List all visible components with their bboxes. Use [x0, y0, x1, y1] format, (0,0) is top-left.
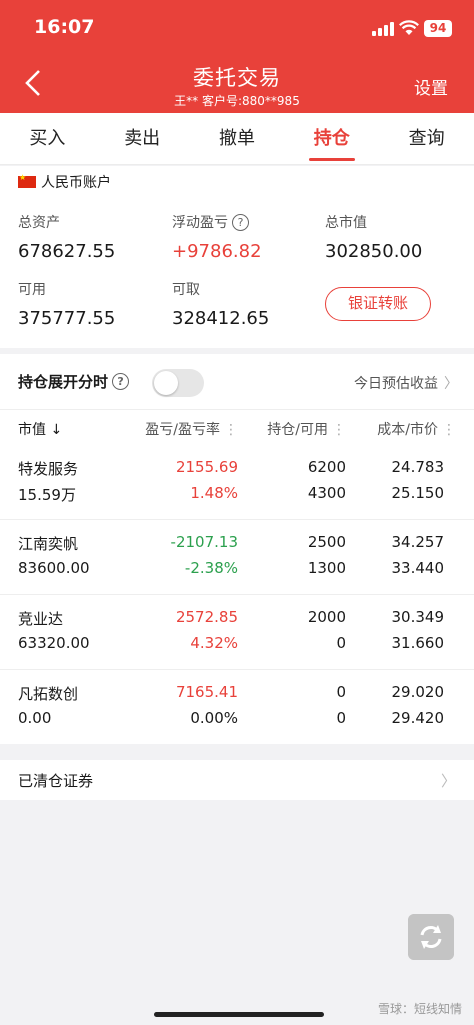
column-pnl-label: 盈亏/盈亏率 [145, 422, 220, 438]
stock-position: 2500 [307, 533, 346, 551]
stock-pnl: -2107.13 [170, 533, 238, 551]
chevron-right-icon: 〉 [440, 772, 456, 790]
market-value-label: 总市值 [325, 215, 367, 231]
tab-positions[interactable]: 持仓 [284, 113, 379, 164]
stock-price: 31.660 [391, 634, 445, 652]
refresh-icon[interactable] [408, 914, 454, 960]
watermark: 雪球：短线知情 [377, 1002, 462, 1016]
tab-buy[interactable]: 买入 [0, 113, 95, 164]
settings-button[interactable]: 设置 [414, 74, 448, 99]
status-time: 16:07 [34, 16, 95, 38]
stock-price: 29.420 [391, 709, 445, 727]
home-indicator [154, 1012, 324, 1017]
account-label: 人民币账户 [18, 172, 111, 192]
stock-name: 江南奕帆 [18, 535, 79, 553]
stock-name: 竞业达 [18, 610, 64, 628]
stock-cost: 24.783 [391, 458, 445, 476]
more-icon: ⋮ [224, 422, 238, 438]
toggle-knob [154, 371, 178, 395]
column-position-label: 持仓/可用 [267, 422, 328, 438]
bank-transfer-button[interactable]: 银证转账 [325, 287, 431, 321]
total-assets-label: 总资产 [18, 215, 60, 231]
cleared-securities-row[interactable]: 已清仓证券 〉 [0, 760, 474, 800]
table-row[interactable]: 江南奕帆 83600.00 -2107.13 -2.38% 2500 1300 … [0, 521, 474, 595]
account-summary: 人民币账户 总资产 678627.55 浮动盈亏? +9786.82 总市值 3… [0, 166, 474, 348]
stock-name: 特发服务 [18, 460, 79, 478]
stock-name: 凡拓数创 [18, 685, 79, 703]
available-value: 375777.55 [18, 308, 116, 329]
table-row[interactable]: 特发服务 15.59万 2155.69 1.48% 6200 4300 24.7… [0, 446, 474, 520]
wifi-icon [399, 20, 419, 35]
tab-query[interactable]: 查询 [379, 113, 474, 164]
stock-value: 15.59万 [18, 486, 76, 504]
stock-price: 33.440 [391, 559, 445, 577]
more-icon: ⋮ [442, 422, 456, 438]
column-cost[interactable]: 成本/市价 ⋮ [377, 419, 456, 439]
customer-info: 王** 客户号:880**985 [174, 94, 300, 108]
column-cost-label: 成本/市价 [377, 422, 438, 438]
available-label: 可用 [18, 282, 46, 298]
stock-pnl-rate: 1.48% [190, 484, 238, 502]
stock-value: 63320.00 [18, 634, 90, 652]
page-title: 委托交易 [193, 66, 281, 90]
table-row[interactable]: 竞业达 63320.00 2572.85 4.32% 2000 0 30.349… [0, 596, 474, 670]
stock-position: 0 [336, 683, 346, 701]
market-value-value: 302850.00 [325, 241, 423, 262]
tab-bar: 买入 卖出 撤单 持仓 查询 [0, 113, 474, 165]
table-header: 市值 ↓ 盈亏/盈亏率 ⋮ 持仓/可用 ⋮ 成本/市价 ⋮ [0, 409, 474, 445]
float-pnl-value: +9786.82 [172, 241, 262, 262]
stock-price: 25.150 [391, 484, 445, 502]
cleared-securities-label: 已清仓证券 [18, 772, 94, 790]
stock-position: 2000 [307, 608, 346, 626]
help-icon[interactable]: ? [232, 214, 249, 231]
stock-cost: 29.020 [391, 683, 445, 701]
column-market-value[interactable]: 市值 ↓ [18, 419, 62, 439]
stock-available: 0 [336, 634, 346, 652]
stock-value: 83600.00 [18, 559, 90, 577]
status-bar: 16:07 94 [0, 0, 474, 58]
holdings-panel: 持仓展开分时? 今日预估收益〉 市值 ↓ 盈亏/盈亏率 ⋮ 持仓/可用 ⋮ 成本/市… [0, 354, 474, 744]
stock-available: 4300 [307, 484, 346, 502]
more-icon: ⋮ [332, 422, 346, 438]
china-flag-icon [18, 173, 36, 188]
help-icon[interactable]: ? [112, 373, 130, 390]
stock-pnl: 2572.85 [175, 608, 238, 626]
stock-cost: 34.257 [391, 533, 445, 551]
tab-sell[interactable]: 卖出 [95, 113, 190, 164]
tab-cancel[interactable]: 撤单 [190, 113, 285, 164]
stock-available: 1300 [307, 559, 346, 577]
stock-pnl: 7165.41 [175, 683, 238, 701]
stock-position: 6200 [307, 458, 346, 476]
float-pnl-text: 浮动盈亏 [172, 215, 228, 231]
chevron-right-icon: 〉 [444, 376, 458, 392]
stock-available: 0 [336, 709, 346, 727]
column-pnl[interactable]: 盈亏/盈亏率 ⋮ [145, 419, 238, 439]
today-estimate-link[interactable]: 今日预估收益〉 [354, 373, 458, 393]
stock-pnl-rate: -2.38% [184, 559, 238, 577]
stock-pnl-rate: 4.32% [190, 634, 238, 652]
total-assets-value: 678627.55 [18, 241, 116, 262]
battery-icon: 94 [424, 20, 452, 37]
stock-cost: 30.349 [391, 608, 445, 626]
table-row[interactable]: 凡拓数创 0.00 7165.41 0.00% 0 0 29.020 29.42… [0, 671, 474, 745]
header: 16:07 94 委托交易 王** 客户号:880**985 设置 [0, 0, 474, 113]
stock-value: 0.00 [18, 709, 52, 727]
holdings-header: 持仓展开分时? [18, 371, 130, 392]
float-pnl-label: 浮动盈亏? [172, 212, 249, 232]
today-estimate-label: 今日预估收益 [354, 376, 438, 392]
withdrawable-label: 可取 [172, 282, 200, 298]
account-type: 人民币账户 [41, 175, 111, 191]
withdrawable-value: 328412.65 [172, 308, 270, 329]
holdings-title: 持仓展开分时 [18, 373, 109, 391]
column-position[interactable]: 持仓/可用 ⋮ [267, 419, 346, 439]
stock-pnl-rate: 0.00% [190, 709, 238, 727]
stock-pnl: 2155.69 [175, 458, 238, 476]
cellular-signal-icon [372, 22, 394, 36]
intraday-toggle[interactable] [152, 369, 204, 397]
